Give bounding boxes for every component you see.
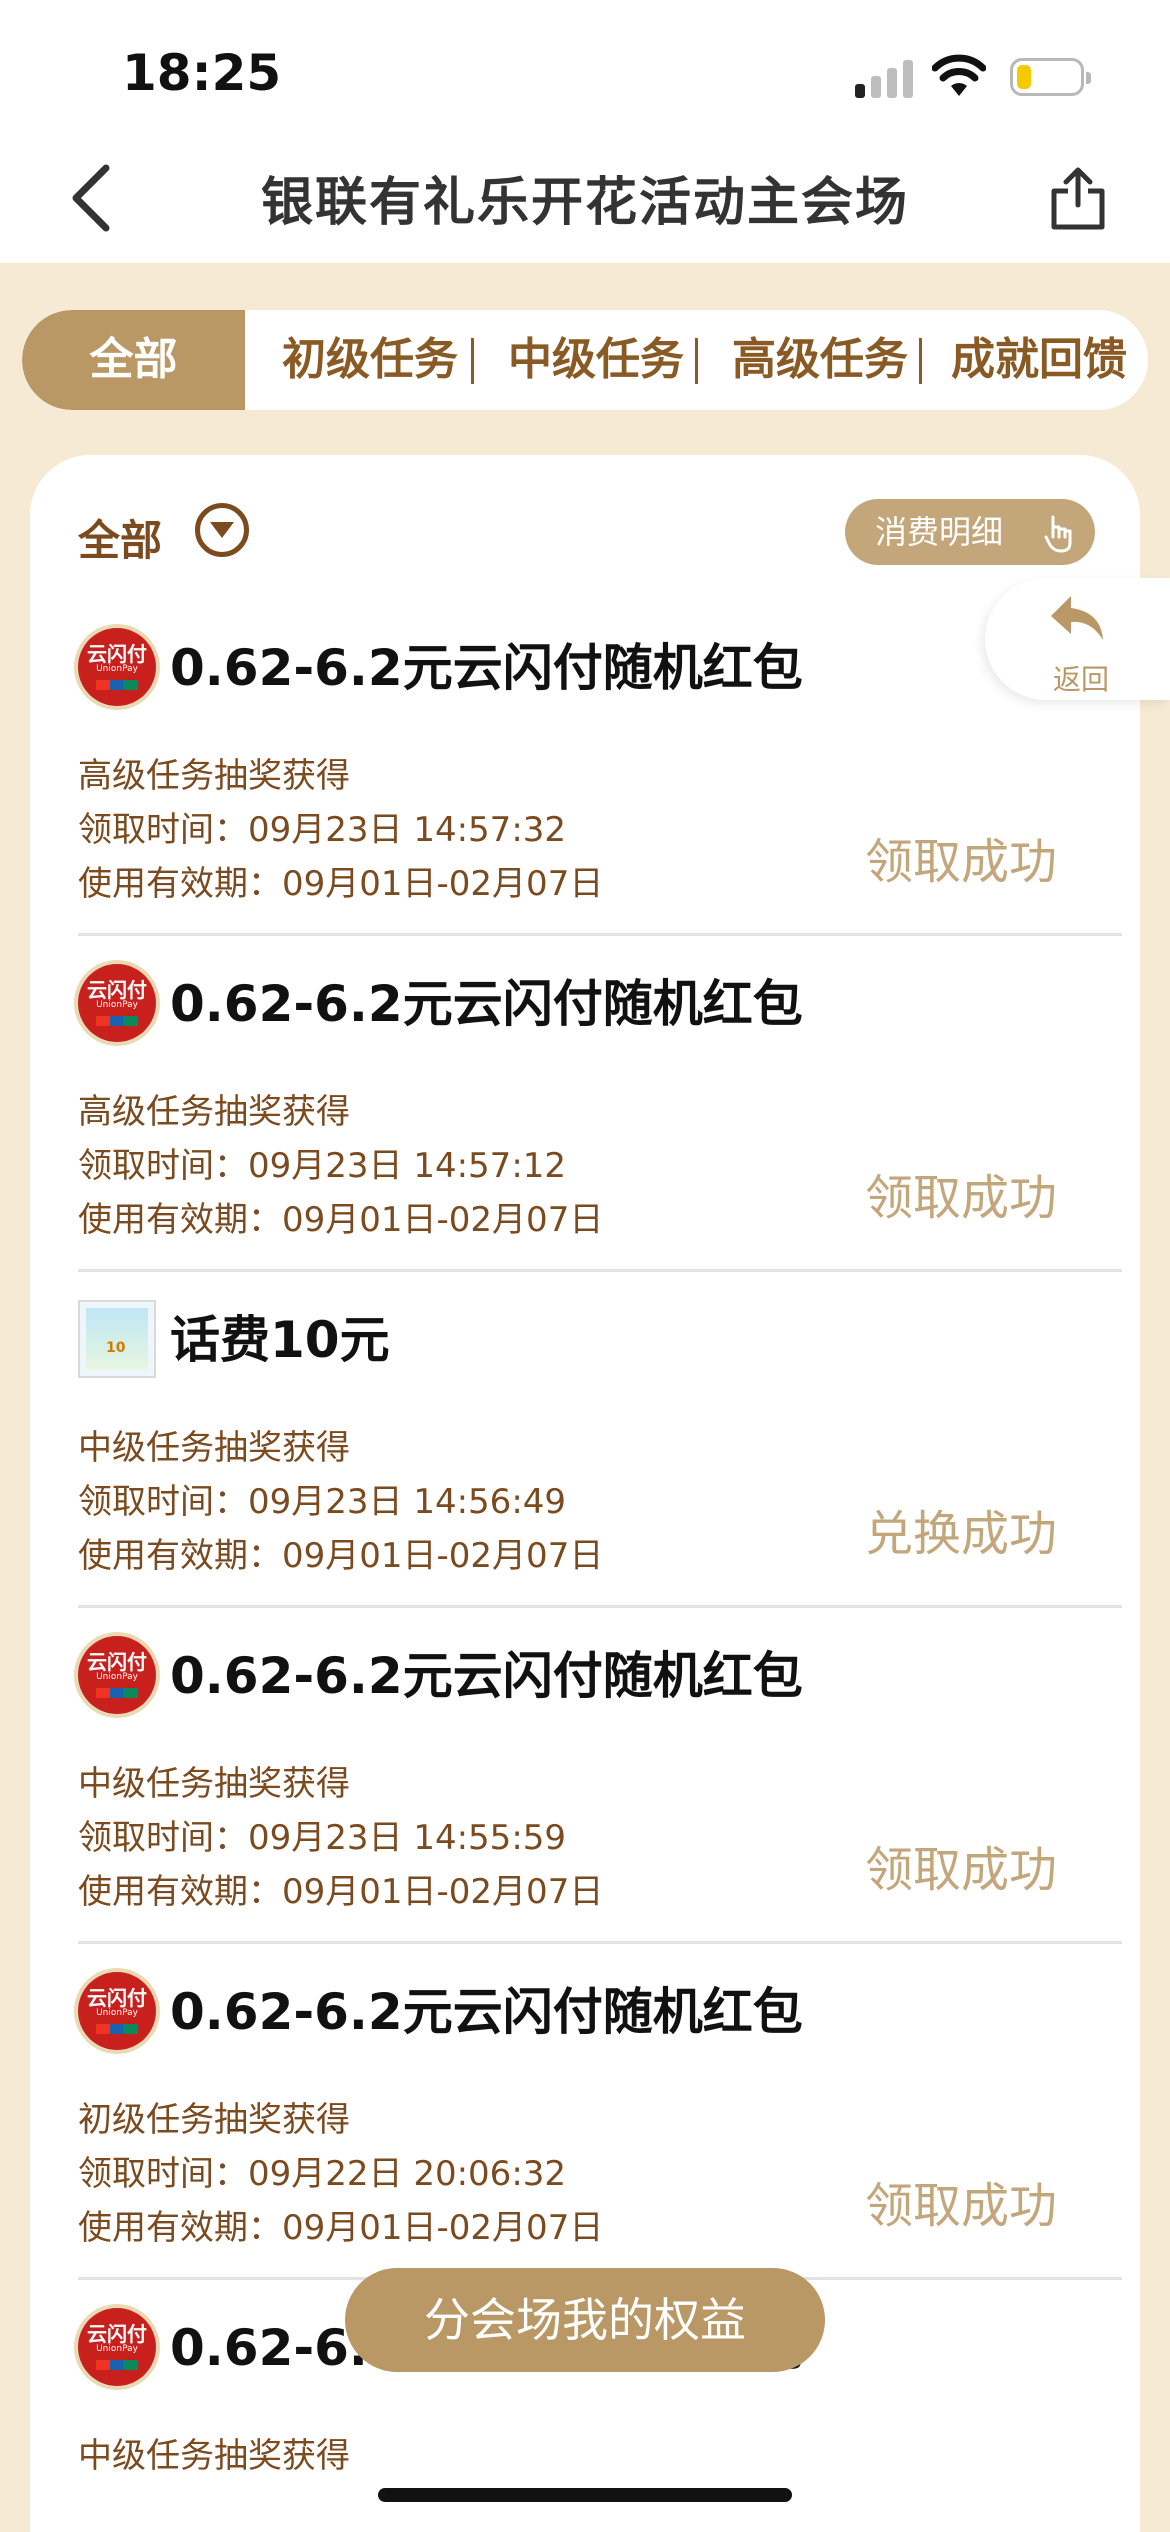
status-badge: 领取成功 — [864, 1170, 1057, 1226]
tab-all[interactable]: 全部 — [22, 310, 245, 410]
tab-separator — [919, 338, 922, 384]
reward-source: 初级任务抽奖获得 — [78, 2100, 350, 2140]
reward-name: 0.62-6.2元云闪付随机红包 — [170, 975, 803, 1033]
unionpay-logo-icon: 云闪付 UnionPay — [78, 964, 156, 1042]
list-item: 云闪付 UnionPay 0.62-6.2元云闪付随机红包 中级任务抽奖获得 领取… — [78, 1608, 1122, 1944]
tab-basic-tasks[interactable]: 初级任务 — [260, 310, 480, 410]
tab-advanced-tasks[interactable]: 高级任务 — [710, 310, 930, 410]
receive-time: 领取时间：09月23日 14:57:12 — [78, 1146, 567, 1186]
unionpay-logo-icon: 云闪付 UnionPay — [78, 1972, 156, 2050]
reward-source: 高级任务抽奖获得 — [78, 756, 350, 796]
home-indicator[interactable] — [378, 2488, 792, 2502]
page-title: 银联有礼乐开花活动主会场 — [260, 173, 909, 233]
receive-time: 领取时间：09月23日 14:56:49 — [78, 1482, 567, 1522]
status-badge: 领取成功 — [864, 834, 1057, 890]
status-time: 18:25 — [122, 44, 282, 102]
receive-time: 领取时间：09月23日 14:55:59 — [78, 1818, 567, 1858]
validity-period: 使用有效期：09月01日-02月07日 — [78, 1536, 604, 1576]
return-button[interactable]: 返回 — [985, 578, 1170, 700]
validity-period: 使用有效期：09月01日-02月07日 — [78, 2208, 604, 2248]
status-badge: 兑换成功 — [864, 1506, 1057, 1562]
reward-name: 0.62-6.2元云闪付随机红包 — [170, 1647, 803, 1705]
return-label: 返回 — [1053, 663, 1110, 696]
reward-source: 高级任务抽奖获得 — [78, 1092, 350, 1132]
signal-icon — [855, 58, 913, 98]
validity-period: 使用有效期：09月01日-02月07日 — [78, 1200, 604, 1240]
tab-achievement-rewards[interactable]: 成就回馈 — [934, 310, 1144, 410]
wifi-icon — [932, 54, 986, 96]
rewards-card: 全部 消费明细 云闪付 UnionPay 0.62-6.2元云闪付随机红包 高级任… — [30, 455, 1140, 2532]
branch-venue-my-benefits-button[interactable]: 分会场我的权益 — [345, 2268, 825, 2372]
tab-separator — [695, 338, 698, 384]
unionpay-logo-icon: 云闪付 UnionPay — [78, 628, 156, 706]
reward-name: 0.62-6.2元云闪付随机红包 — [170, 1983, 803, 2041]
rewards-list: 云闪付 UnionPay 0.62-6.2元云闪付随机红包 高级任务抽奖获得 领取… — [78, 600, 1122, 2532]
tap-hand-icon — [1044, 515, 1072, 553]
share-button[interactable] — [1048, 165, 1108, 231]
status-badge: 领取成功 — [864, 1842, 1057, 1898]
reward-name: 0.62-6.2元云闪付随机红包 — [170, 639, 803, 697]
dropdown-arrow-icon[interactable] — [195, 503, 249, 557]
filter-label[interactable]: 全部 — [78, 507, 162, 568]
unionpay-logo-icon: 云闪付 UnionPay — [78, 1636, 156, 1714]
consumption-detail-label: 消费明细 — [875, 513, 1004, 551]
tab-separator — [471, 338, 474, 384]
status-badge: 领取成功 — [864, 2178, 1057, 2234]
validity-period: 使用有效期：09月01日-02月07日 — [78, 1872, 604, 1912]
unionpay-logo-icon: 云闪付 UnionPay — [78, 2308, 156, 2386]
phone-credit-card-icon: 10 — [78, 1300, 156, 1378]
reward-name: 话费10元 — [170, 1311, 390, 1369]
tab-intermediate-tasks[interactable]: 中级任务 — [486, 310, 706, 410]
task-tabs: 全部 初级任务 中级任务 高级任务 成就回馈 — [22, 310, 1148, 410]
battery-icon — [1010, 58, 1091, 96]
reward-source: 中级任务抽奖获得 — [78, 1428, 350, 1468]
list-item: 云闪付 UnionPay 0.62-6.2元云闪付随机红包 初级任务抽奖获得 领取… — [78, 1944, 1122, 2280]
consumption-detail-button[interactable]: 消费明细 — [845, 499, 1095, 565]
top-bar: 18:25 银联有礼乐开花活动主会场 — [0, 0, 1170, 263]
reward-source: 中级任务抽奖获得 — [78, 2436, 350, 2476]
reward-source: 中级任务抽奖获得 — [78, 1764, 350, 1804]
validity-period: 使用有效期：09月01日-02月07日 — [78, 864, 604, 904]
receive-time: 领取时间：09月23日 14:57:32 — [78, 810, 567, 850]
receive-time: 领取时间：09月22日 20:06:32 — [78, 2154, 567, 2194]
list-item: 10 话费10元 中级任务抽奖获得 领取时间：09月23日 14:56:49 使… — [78, 1272, 1122, 1608]
list-item: 云闪付 UnionPay 0.62-6.2元云闪付随机红包 高级任务抽奖获得 领取… — [78, 936, 1122, 1272]
return-arrow-icon — [1051, 596, 1103, 640]
list-item: 云闪付 UnionPay 0.62-6.2元云闪付随机红包 高级任务抽奖获得 领取… — [78, 600, 1122, 936]
